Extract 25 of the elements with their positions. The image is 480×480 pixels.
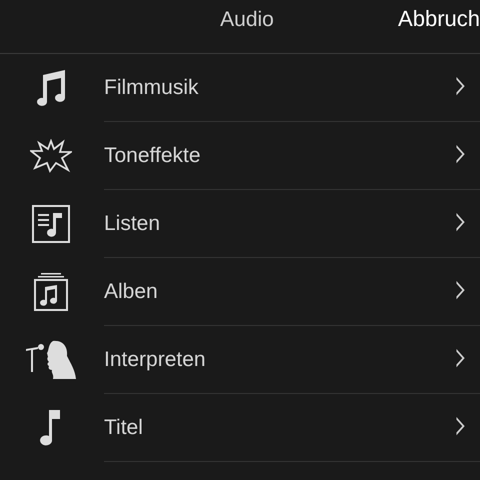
music-notes-icon [34, 69, 68, 107]
list-item[interactable]: Toneffekte › [0, 122, 480, 190]
item-label: Listen [104, 212, 160, 236]
chevron-icon: › [454, 62, 468, 106]
item-label: Filmmusik [104, 76, 198, 100]
chevron-icon: › [454, 130, 468, 174]
item-label: Titel [104, 416, 143, 440]
item-label: Interpreten [104, 348, 206, 372]
album-icon [34, 273, 68, 311]
chevron-icon: › [454, 402, 468, 446]
chevron-icon: › [454, 198, 468, 242]
chevron-icon: › [454, 266, 468, 310]
list-item[interactable]: Titel › [0, 394, 480, 462]
chevron-icon: › [454, 334, 468, 378]
cancel-button[interactable]: Abbruch [398, 6, 480, 32]
screen-title: Audio [220, 8, 274, 32]
starburst-icon [30, 139, 72, 173]
list-item[interactable]: Interpreten › [0, 326, 480, 394]
item-label: Alben [104, 280, 158, 304]
item-label: Toneffekte [104, 144, 201, 168]
singer-icon [25, 340, 77, 380]
list-item[interactable]: Listen › [0, 190, 480, 258]
playlist-icon [32, 205, 70, 243]
list-item[interactable]: Filmmusik › [0, 54, 480, 122]
list-item[interactable]: Alben › [0, 258, 480, 326]
